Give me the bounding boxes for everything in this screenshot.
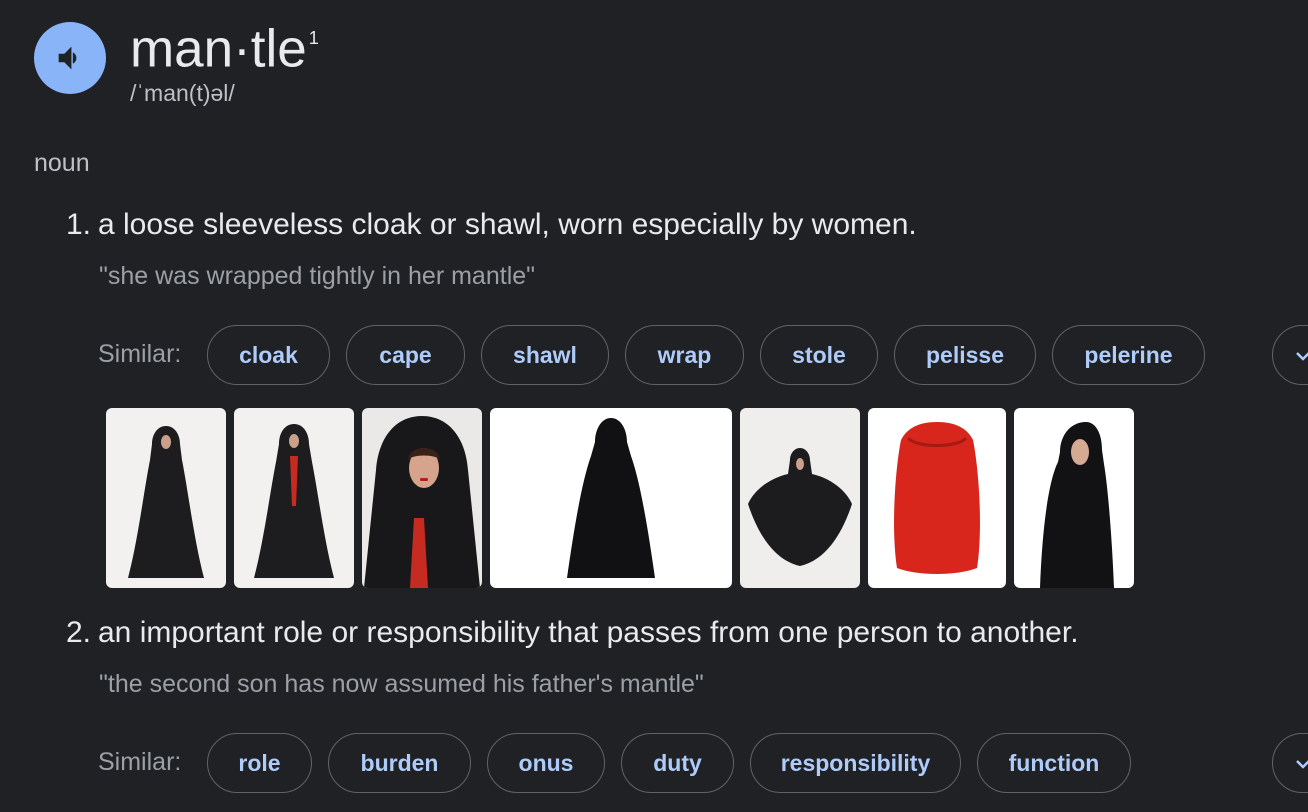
expand-similar-button[interactable] — [1272, 325, 1308, 385]
headword-superscript: 1 — [308, 28, 319, 48]
similar-chip-cape[interactable]: cape — [346, 325, 465, 385]
similar-chip-onus[interactable]: onus — [487, 733, 605, 793]
image-result-3[interactable] — [362, 408, 482, 588]
similar-chip-cloak[interactable]: cloak — [207, 325, 330, 385]
similar-chip-stole[interactable]: stole — [760, 325, 878, 385]
image-result-7[interactable] — [1014, 408, 1134, 588]
chevron-down-icon — [1296, 352, 1308, 361]
sense-2-number: 2. — [66, 616, 92, 649]
image-result-1[interactable] — [106, 408, 226, 588]
similar-chip-wrap[interactable]: wrap — [625, 325, 744, 385]
similar-chip-shawl[interactable]: shawl — [481, 325, 609, 385]
image-result-2[interactable] — [234, 408, 354, 588]
expand-similar-button[interactable] — [1272, 733, 1308, 793]
part-of-speech: noun — [34, 149, 90, 177]
side-hooded-figure-image — [1014, 408, 1134, 588]
pronunciation-speaker-button[interactable] — [34, 22, 106, 94]
similar-chip-duty[interactable]: duty — [621, 733, 734, 793]
sense-2-example: "the second son has now assumed his fath… — [99, 670, 704, 698]
cloak-spread-arms-image — [740, 408, 860, 588]
image-result-6[interactable] — [868, 408, 1006, 588]
similar-chip-function[interactable]: function — [977, 733, 1131, 793]
sense-1-definition: a loose sleeveless cloak or shawl, worn … — [98, 208, 917, 241]
sense-1-number: 1. — [66, 208, 92, 241]
hooded-face-closeup-image — [362, 408, 482, 588]
similar-chip-responsibility[interactable]: responsibility — [750, 733, 961, 793]
image-result-4[interactable] — [490, 408, 732, 588]
black-cloak-product-image — [490, 408, 732, 588]
headword: man·tle 1 — [130, 10, 319, 82]
sense-2-definition: an important role or responsibility that… — [98, 616, 1079, 649]
similar-chip-pelisse[interactable]: pelisse — [894, 325, 1036, 385]
phonetic-spelling: /ˈman(t)əl/ — [130, 80, 235, 106]
sense-1-example: "she was wrapped tightly in her mantle" — [99, 262, 536, 290]
image-result-5[interactable] — [740, 408, 860, 588]
black-cloak-red-lining-image — [234, 408, 354, 588]
volume-icon — [58, 46, 77, 70]
similar-chip-pelerine[interactable]: pelerine — [1052, 325, 1205, 385]
red-cape-product-image — [868, 408, 1006, 588]
sense-1-similar-label: Similar: — [98, 340, 182, 368]
similar-chip-role[interactable]: role — [207, 733, 312, 793]
headword-text: man·tle — [130, 19, 307, 79]
chevron-down-icon — [1296, 760, 1308, 769]
similar-chip-burden[interactable]: burden — [328, 733, 471, 793]
black-cloak-figure-image — [106, 408, 226, 588]
sense-2-similar-label: Similar: — [98, 748, 182, 776]
